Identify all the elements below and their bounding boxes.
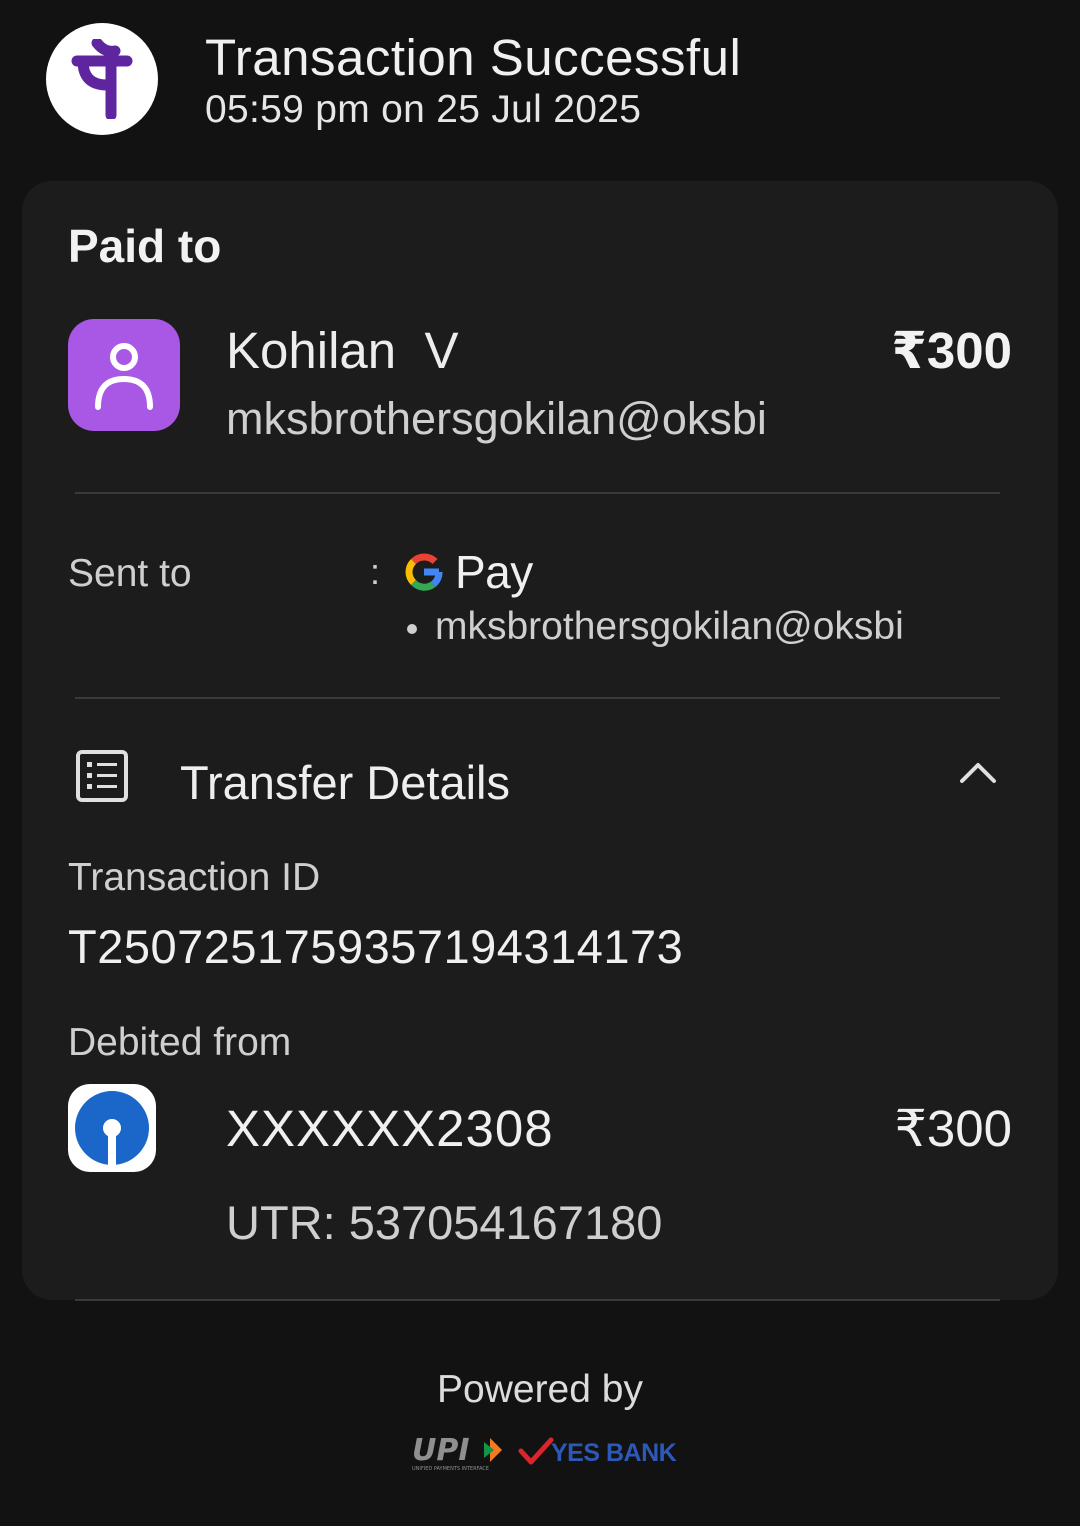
upi-logo: UPI UNIFIED PAYMENTS INTERFACE: [410, 1432, 514, 1477]
paid-to-label: Paid to: [68, 220, 222, 272]
sent-to-label: Sent to: [68, 552, 192, 595]
yes-bank-check-icon: [518, 1437, 554, 1472]
payee-avatar[interactable]: [68, 319, 180, 431]
transaction-card: Paid to Kohilan V ₹300 mksbrothersgokila…: [22, 181, 1058, 1300]
receipt-list-icon: [75, 749, 129, 808]
upi-logo-text: UPI: [412, 1433, 470, 1468]
debit-account-number: XXXXXX2308: [226, 1100, 554, 1157]
sent-to-separator: :: [370, 551, 381, 592]
payee-name: Kohilan V: [226, 322, 459, 379]
sbi-logo-icon: [68, 1084, 156, 1172]
google-g-icon: [405, 553, 443, 591]
transaction-id-value[interactable]: T2507251759357194314173: [68, 919, 683, 974]
sent-to-upi-id: mksbrothersgokilan@oksbi: [407, 605, 904, 649]
transaction-timestamp: 05:59 pm on 25 Jul 2025: [205, 88, 642, 131]
powered-by-label: Powered by: [437, 1368, 643, 1411]
transfer-details-title[interactable]: Transfer Details: [180, 755, 510, 810]
utr-number[interactable]: UTR: 537054167180: [226, 1195, 662, 1250]
yes-bank-name: YES BANK: [551, 1439, 677, 1467]
transaction-id-label: Transaction ID: [68, 856, 321, 899]
sent-to-upi-text: mksbrothersgokilan@oksbi: [435, 605, 904, 648]
upi-logo-subtext: UNIFIED PAYMENTS INTERFACE: [412, 1466, 489, 1472]
transaction-header: Transaction Successful 05:59 pm on 25 Ju…: [0, 0, 1080, 180]
divider: [75, 492, 1000, 494]
payee-upi-id: mksbrothersgokilan@oksbi: [226, 393, 767, 444]
status-title: Transaction Successful: [205, 29, 742, 86]
divider: [75, 1299, 1000, 1301]
person-icon: [95, 343, 153, 410]
google-pay-logo: Pay: [403, 545, 533, 599]
divider: [75, 697, 1000, 699]
phonepe-logo-icon: [46, 23, 158, 135]
payee-amount: ₹300: [891, 322, 1012, 379]
chevron-up-icon[interactable]: [958, 759, 998, 792]
debit-amount: ₹300: [894, 1100, 1012, 1157]
bullet-icon: [407, 623, 417, 634]
google-pay-name: Pay: [455, 546, 533, 598]
debited-from-label: Debited from: [68, 1021, 292, 1064]
